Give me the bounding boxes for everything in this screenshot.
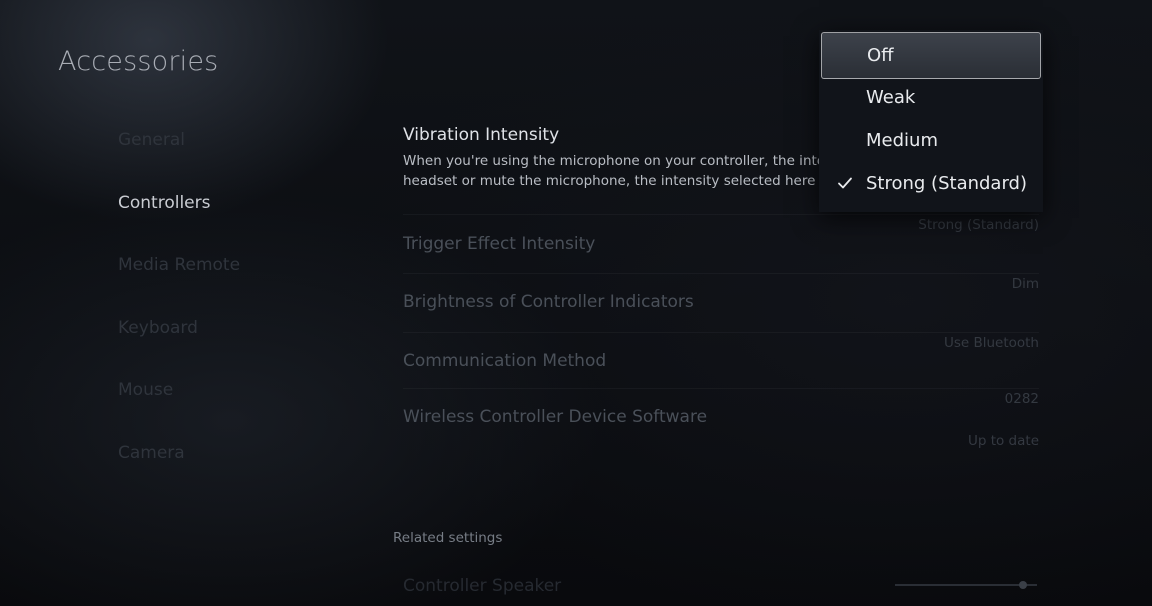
dropdown-option-strong[interactable]: Strong (Standard) [819, 162, 1043, 206]
sidebar-item-controllers[interactable]: Controllers [118, 183, 358, 246]
sidebar-item-camera[interactable]: Camera [118, 433, 358, 496]
sidebar-item-keyboard[interactable]: Keyboard [118, 308, 358, 371]
software-version: 0282 [1004, 391, 1039, 407]
setting-label: Wireless Controller Device Software [403, 407, 708, 427]
related-controller-speaker[interactable]: Controller Speaker [403, 576, 561, 596]
option-label: Weak [866, 87, 916, 108]
sidebar: General Controllers Media Remote Keyboar… [118, 120, 358, 495]
option-label: Medium [866, 130, 938, 151]
description-line: When you're using the microphone on your… [403, 153, 819, 169]
setting-trigger-effect-intensity[interactable]: Trigger Effect Intensity Strong (Standar… [403, 215, 1039, 274]
option-label: Strong (Standard) [866, 173, 1027, 194]
software-status: Up to date [967, 433, 1039, 449]
setting-description: When you're using the microphone on your… [403, 151, 819, 191]
setting-value: Strong (Standard) [918, 217, 1039, 233]
description-line: headset or mute the microphone, the inte… [403, 173, 819, 189]
sidebar-item-media-remote[interactable]: Media Remote [118, 245, 358, 308]
slider-knob[interactable] [1019, 581, 1027, 589]
setting-communication-method[interactable]: Communication Method Use Bluetooth [403, 333, 1039, 389]
setting-label: Communication Method [403, 351, 607, 371]
dropdown-option-weak[interactable]: Weak [819, 76, 1043, 120]
checkmark-icon [838, 177, 852, 189]
option-label: Off [867, 45, 894, 66]
setting-label: Trigger Effect Intensity [403, 234, 596, 254]
setting-brightness-indicators[interactable]: Brightness of Controller Indicators Dim [403, 274, 1039, 333]
dropdown-option-off[interactable]: Off [821, 32, 1041, 79]
sidebar-item-mouse[interactable]: Mouse [118, 370, 358, 433]
setting-value: Use Bluetooth [943, 335, 1039, 351]
related-settings-heading: Related settings [393, 530, 503, 546]
dropdown-option-medium[interactable]: Medium [819, 119, 1043, 163]
setting-label: Brightness of Controller Indicators [403, 292, 694, 312]
setting-device-software[interactable]: Wireless Controller Device Software 0282… [403, 389, 1039, 449]
page-title: Accessories [58, 46, 219, 77]
setting-value: Dim [1011, 276, 1039, 292]
vibration-intensity-dropdown: Off Weak Medium Strong (Standard) [819, 30, 1043, 212]
controller-speaker-slider[interactable] [895, 581, 1037, 589]
sidebar-item-general[interactable]: General [118, 120, 358, 183]
